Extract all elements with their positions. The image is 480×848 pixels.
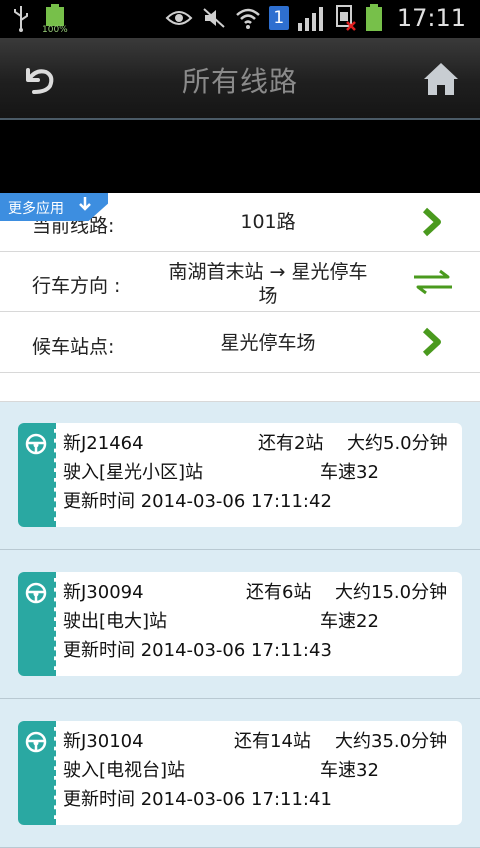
stop-value: 星光停车场 <box>220 332 316 354</box>
steering-wheel-icon <box>25 731 47 753</box>
title-bar: 所有线路 <box>0 38 480 120</box>
bus-speed: 车速22 <box>320 611 379 632</box>
update-time: 更新时间 2014-03-06 17:11:41 <box>63 789 332 810</box>
battery-charging-icon <box>365 4 382 31</box>
chevron-right-icon[interactable] <box>420 326 444 358</box>
list-item[interactable]: 新J30094 还有6站 大约15.0分钟 驶出[电大]站 车速22 更新时间 … <box>0 550 480 699</box>
bus-status: 驶入[电视台]站 <box>63 760 186 781</box>
status-bar: 100% 1 17:11 <box>0 0 480 38</box>
eye-icon <box>165 11 193 25</box>
bus-plate: 新J30104 <box>63 731 144 752</box>
bus-speed: 车速32 <box>320 760 379 781</box>
steering-wheel-icon <box>25 433 47 455</box>
list-item[interactable]: 新J30104 还有14站 大约35.0分钟 驶入[电视台]站 车速32 更新时… <box>0 699 480 848</box>
direction-label: 行车方向 : <box>32 275 121 297</box>
stops-left: 还有14站 <box>234 731 311 752</box>
battery-percent: 100% <box>42 25 68 35</box>
arrow-down-icon <box>79 197 91 211</box>
more-apps-tab[interactable]: 更多应用 <box>0 193 108 221</box>
battery-icon: 100% <box>42 4 68 35</box>
update-time: 更新时间 2014-03-06 17:11:42 <box>63 491 332 512</box>
bus-speed: 车速32 <box>320 462 379 483</box>
mute-icon <box>203 8 225 28</box>
no-sim-icon <box>335 5 356 31</box>
direction-value-line1: 南湖首末站 → 星光停车 <box>168 261 368 283</box>
card-strip <box>18 423 54 527</box>
sim-icon: 1 <box>268 6 289 30</box>
home-icon <box>424 63 458 95</box>
current-line-value: 101路 <box>240 211 296 233</box>
signal-icon <box>297 7 323 31</box>
card-divider <box>54 721 56 825</box>
bus-plate: 新J21464 <box>63 433 144 454</box>
bus-card: 新J30104 还有14站 大约35.0分钟 驶入[电视台]站 车速32 更新时… <box>18 721 462 825</box>
spacer-row <box>0 373 480 402</box>
eta: 大约35.0分钟 <box>335 731 448 752</box>
clock: 17:11 <box>396 4 466 32</box>
swap-direction-icon[interactable] <box>412 269 454 295</box>
card-divider <box>54 423 56 527</box>
wifi-icon <box>235 8 260 29</box>
stop-label: 候车站点: <box>32 336 115 358</box>
direction-value: 南湖首末站 → 星光停车 场 <box>148 260 388 308</box>
usb-icon <box>14 6 28 32</box>
bus-card: 新J30094 还有6站 大约15.0分钟 驶出[电大]站 车速22 更新时间 … <box>18 572 462 676</box>
page-title: 所有线路 <box>181 65 298 98</box>
card-strip <box>18 572 54 676</box>
list-item[interactable]: 新J21464 还有2站 大约5.0分钟 驶入[星光小区]站 车速32 更新时间… <box>0 402 480 550</box>
home-button[interactable] <box>420 58 462 100</box>
eta: 大约15.0分钟 <box>335 582 448 603</box>
bus-plate: 新J30094 <box>63 582 144 603</box>
waiting-stop-row[interactable]: 候车站点: 星光停车场 <box>0 312 480 373</box>
update-time: 更新时间 2014-03-06 17:11:43 <box>63 640 332 661</box>
more-apps-label: 更多应用 <box>8 201 64 217</box>
eta: 大约5.0分钟 <box>347 433 448 454</box>
bus-card: 新J21464 还有2站 大约5.0分钟 驶入[星光小区]站 车速32 更新时间… <box>18 423 462 527</box>
card-divider <box>54 572 56 676</box>
stops-left: 还有2站 <box>258 433 324 454</box>
bus-status: 驶出[电大]站 <box>63 611 168 632</box>
card-strip <box>18 721 54 825</box>
banner-area <box>0 120 480 193</box>
direction-value-line2: 场 <box>258 285 278 307</box>
chevron-right-icon[interactable] <box>420 206 444 238</box>
stops-left: 还有6站 <box>246 582 312 603</box>
steering-wheel-icon <box>25 582 47 604</box>
bus-list: 新J21464 还有2站 大约5.0分钟 驶入[星光小区]站 车速32 更新时间… <box>0 402 480 848</box>
bus-status: 驶入[星光小区]站 <box>63 462 204 483</box>
direction-row[interactable]: 行车方向 : 南湖首末站 → 星光停车 场 <box>0 252 480 312</box>
